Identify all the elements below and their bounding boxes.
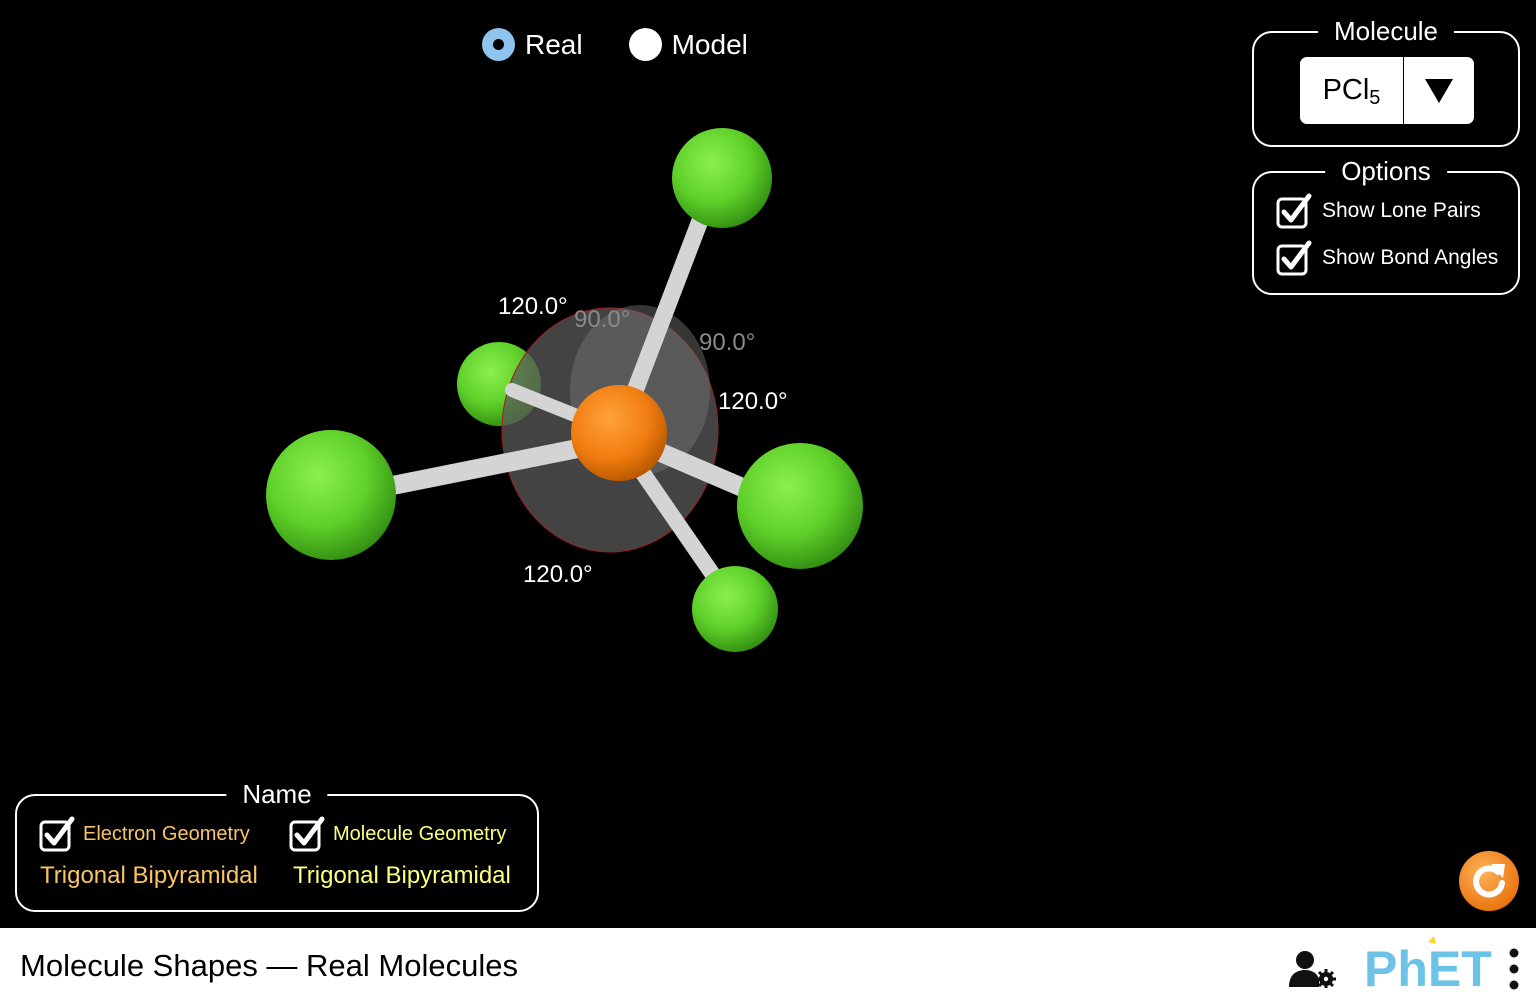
- show-bond-angles-checkbox[interactable]: Show Bond Angles: [1276, 240, 1498, 276]
- chlorine-atom[interactable]: [266, 430, 396, 560]
- phosphorus-atom[interactable]: [571, 385, 667, 481]
- bond-angle-label: 120.0°: [718, 388, 788, 415]
- options-panel-title: Options: [1325, 156, 1447, 186]
- user-gear-icon[interactable]: [1288, 950, 1336, 988]
- electron-geometry-checkbox[interactable]: Electron Geometry: [39, 816, 250, 852]
- checkbox-checked-icon: [289, 816, 325, 852]
- molecule-formula-subscript: 5: [1369, 87, 1381, 109]
- checkbox-checked-icon: [1276, 240, 1312, 276]
- name-panel-title: Name: [226, 779, 328, 809]
- triangle-down-icon[interactable]: [1404, 57, 1474, 124]
- molecule-combo-value: PCl 5: [1300, 57, 1404, 124]
- chlorine-atom[interactable]: [692, 566, 778, 652]
- checkbox-checked-icon: [1276, 193, 1312, 229]
- bond-angle-label: 90.0°: [574, 306, 631, 333]
- options-panel: Options Show Lone Pairs Show Bond Angles: [1252, 156, 1520, 295]
- molecule-formula: PCl: [1322, 74, 1370, 106]
- bond-angle-label: 120.0°: [498, 293, 568, 320]
- molecule-panel: Molecule PCl 5: [1252, 16, 1520, 147]
- phet-logo-text: PhET: [1364, 941, 1492, 992]
- reset-all-icon[interactable]: [1458, 850, 1520, 912]
- vertical-dots-icon[interactable]: [1504, 946, 1524, 992]
- show-lone-pairs-label: Show Lone Pairs: [1322, 199, 1481, 222]
- show-lone-pairs-checkbox[interactable]: Show Lone Pairs: [1276, 193, 1481, 229]
- bond-angle-label: 120.0°: [523, 561, 593, 588]
- electron-geometry-label: Electron Geometry: [83, 822, 250, 845]
- molecule-combo-box[interactable]: PCl 5: [1300, 57, 1474, 124]
- molecule-panel-title: Molecule: [1317, 16, 1455, 46]
- chlorine-atom[interactable]: [737, 443, 863, 569]
- electron-geometry-value: Trigonal Bipyramidal: [40, 862, 258, 889]
- name-panel: Name Electron Geometry Molecule Geometry…: [15, 779, 539, 912]
- phet-logo[interactable]: PhET: [1362, 936, 1494, 992]
- chlorine-atom[interactable]: [672, 128, 772, 228]
- sim-title: Molecule Shapes — Real Molecules: [20, 948, 518, 983]
- molecule-geometry-value: Trigonal Bipyramidal: [293, 862, 511, 889]
- bond-angle-label: 90.0°: [699, 329, 756, 356]
- show-bond-angles-label: Show Bond Angles: [1322, 246, 1499, 269]
- checkbox-checked-icon: [39, 816, 75, 852]
- molecule-geometry-checkbox[interactable]: Molecule Geometry: [289, 816, 506, 852]
- molecule-geometry-label: Molecule Geometry: [333, 822, 507, 845]
